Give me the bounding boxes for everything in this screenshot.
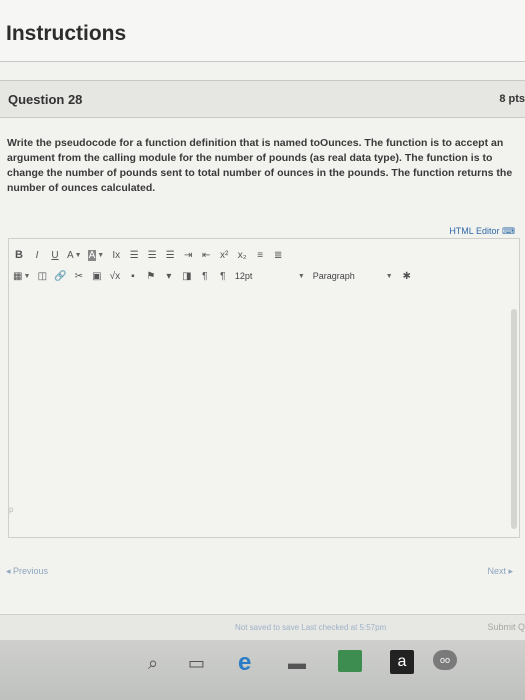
bold-button[interactable]: B: [13, 246, 25, 264]
question-points: 8 pts: [499, 93, 525, 105]
rtl-icon[interactable]: ¶: [217, 267, 229, 285]
equation-icon[interactable]: √x: [109, 267, 121, 285]
record-media-icon[interactable]: ▪: [127, 267, 139, 285]
link-icon[interactable]: 🔗: [54, 267, 66, 285]
page-header: Instructions: [0, 0, 525, 62]
code-icon: ⌨: [499, 226, 515, 236]
task-view-icon[interactable]: ▭: [188, 650, 205, 676]
align-right-icon[interactable]: ☰: [164, 246, 176, 264]
editor-toolbar-bottom: ▦ ▼ ◫ 🔗 ✂ ▣ √x ▪ ⚑ ▾ ◨ ¶ ¶ 12pt ▼ Paragrap…: [13, 266, 419, 286]
html-editor-link[interactable]: HTML Editor ⌨: [449, 226, 515, 237]
subscript-button[interactable]: x₂: [236, 246, 248, 264]
next-button[interactable]: Next ▸: [487, 566, 513, 577]
background-color-button[interactable]: A ▼: [87, 246, 105, 264]
edge-browser-icon[interactable]: e: [238, 649, 251, 676]
fullscreen-icon[interactable]: ✱: [401, 267, 413, 285]
rich-text-editor[interactable]: B I U A ▼ A ▼ Ix ☰ ☰ ☰ ⇥ ⇤ x² x₂ ≡ ≣ ▦ ▼ ◫ …: [8, 238, 520, 538]
italic-button[interactable]: I: [31, 246, 43, 264]
flag-icon[interactable]: ⚑: [145, 267, 157, 285]
paragraph-format-select[interactable]: Paragraph ▼: [313, 271, 393, 281]
editor-scrollbar[interactable]: [511, 309, 517, 529]
question-title: Question 28: [8, 92, 83, 107]
amazon-icon[interactable]: a: [390, 650, 414, 674]
previous-button[interactable]: ◂ Previous: [6, 566, 48, 577]
media-icon[interactable]: ◫: [36, 267, 48, 285]
indent-icon[interactable]: ⇥: [182, 246, 194, 264]
align-center-icon[interactable]: ☰: [146, 246, 158, 264]
dropdown-icon[interactable]: ▾: [163, 267, 175, 285]
chevron-down-icon: ▼: [97, 251, 105, 259]
store-icon[interactable]: [338, 650, 362, 672]
image-icon[interactable]: ▣: [91, 267, 103, 285]
unlink-icon[interactable]: ✂: [73, 267, 85, 285]
chevron-down-icon: ▼: [385, 272, 393, 280]
font-size-select[interactable]: 12pt ▼: [235, 271, 305, 281]
bullet-list-icon[interactable]: ≡: [254, 246, 266, 264]
outdent-icon[interactable]: ⇤: [200, 246, 212, 264]
align-left-icon[interactable]: ☰: [128, 246, 140, 264]
chevron-down-icon: ▼: [297, 272, 305, 280]
microphone-icon[interactable]: ⌕: [148, 650, 158, 676]
chevron-down-icon: ▼: [74, 251, 82, 259]
table-icon[interactable]: ▦ ▼: [13, 267, 30, 285]
ltr-icon[interactable]: ¶: [199, 267, 211, 285]
taskbar: ⌕ ▭ e ▬ a oo: [0, 640, 525, 700]
clear-format-button[interactable]: Ix: [110, 246, 122, 264]
text-color-button[interactable]: A ▼: [67, 246, 82, 264]
embed-icon[interactable]: ◨: [181, 267, 193, 285]
submit-quiz-button[interactable]: Submit Q: [487, 622, 525, 632]
editor-path: p: [9, 505, 14, 514]
save-status: Not saved to save Last checked at 5:57pm: [235, 623, 387, 632]
chevron-down-icon: ▼: [23, 272, 31, 280]
page-title: Instructions: [6, 22, 127, 45]
file-explorer-icon[interactable]: ▬: [288, 650, 306, 676]
question-text: Write the pseudocode for a function defi…: [7, 137, 513, 194]
editor-toolbar-top: B I U A ▼ A ▼ Ix ☰ ☰ ☰ ⇥ ⇤ x² x₂ ≡ ≣: [13, 245, 290, 265]
quiz-footer: Not saved to save Last checked at 5:57pm…: [0, 614, 525, 640]
question-header: Question 28 8 pts: [0, 80, 525, 118]
superscript-button[interactable]: x²: [218, 246, 230, 264]
numbered-list-icon[interactable]: ≣: [272, 246, 284, 264]
underline-button[interactable]: U: [49, 246, 61, 264]
quiz-page: Instructions Question 28 8 pts Write the…: [0, 0, 525, 640]
tripadvisor-icon[interactable]: oo: [433, 650, 457, 670]
